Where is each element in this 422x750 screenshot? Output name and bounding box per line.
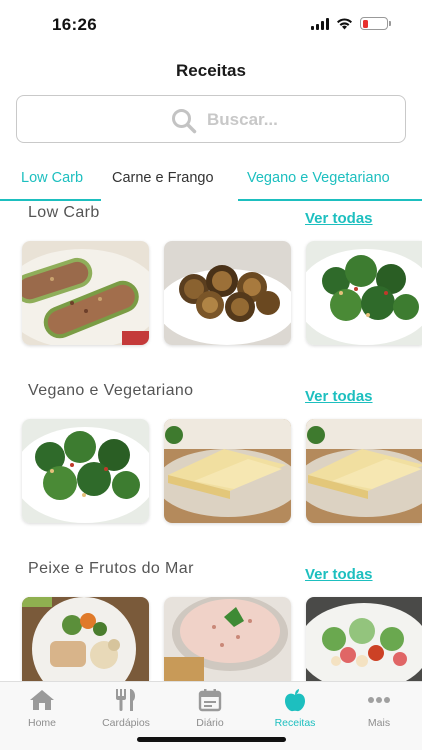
recipe-card-kale-salad[interactable] (306, 241, 422, 345)
see-all-link[interactable]: Ver todas (305, 210, 373, 227)
nav-receitas[interactable]: Receitas (253, 688, 337, 729)
see-all-link[interactable]: Ver todas (305, 566, 373, 583)
battery-icon (360, 17, 391, 30)
recipe-card-crepe[interactable] (306, 419, 422, 523)
apple-icon (285, 689, 305, 712)
status-bar: 16:26 (0, 0, 422, 50)
nav-mais[interactable]: Mais (337, 688, 421, 729)
recipe-card-eggplant-chips[interactable] (164, 241, 291, 345)
nav-label: Cardápios (102, 717, 150, 729)
search-input[interactable] (207, 108, 387, 132)
tab-low-carb[interactable]: Low Carb (21, 170, 83, 186)
cellular-signal-icon (311, 17, 329, 30)
cutlery-icon (116, 689, 136, 711)
section-title: Low Carb (28, 204, 100, 221)
section-title: Vegano e Vegetariano (28, 382, 194, 399)
recipe-card-crepe[interactable] (164, 419, 291, 523)
home-indicator[interactable] (137, 737, 286, 742)
recipe-card-salmon-dip[interactable] (164, 597, 291, 681)
nav-label: Receitas (274, 717, 316, 729)
status-icons (311, 17, 391, 30)
nav-label: Mais (367, 717, 391, 729)
status-time: 16:26 (52, 15, 97, 34)
tab-indicator (0, 199, 101, 201)
recipe-card-stuffed-zucchini[interactable] (22, 241, 149, 345)
recipe-card-seafood-salad[interactable] (306, 597, 422, 681)
recipe-card-fish-plate[interactable] (22, 597, 149, 681)
search-bar[interactable] (16, 95, 406, 143)
search-icon (172, 109, 197, 134)
wifi-icon (337, 18, 352, 30)
tab-vegano-e-vegetariano[interactable]: Vegano e Vegetariano (247, 170, 390, 186)
nav-diario[interactable]: Diário (168, 688, 252, 729)
nav-label: Diário (196, 717, 224, 729)
home-icon (30, 690, 54, 710)
tab-indicator (238, 199, 422, 201)
see-all-link[interactable]: Ver todas (305, 388, 373, 405)
nav-home[interactable]: Home (0, 688, 84, 729)
section-title: Peixe e Frutos do Mar (28, 560, 194, 577)
tab-carne-e-frango[interactable]: Carne e Frango (112, 170, 214, 186)
nav-label: Home (27, 717, 56, 729)
category-tabs: Low Carb Carne e Frango Vegano e Vegetar… (0, 160, 422, 202)
page-title: Receitas (176, 61, 246, 80)
nav-cardapios[interactable]: Cardápios (84, 688, 168, 729)
more-icon (368, 697, 390, 703)
calendar-icon (198, 689, 222, 712)
recipe-card-kale-salad[interactable] (22, 419, 149, 523)
